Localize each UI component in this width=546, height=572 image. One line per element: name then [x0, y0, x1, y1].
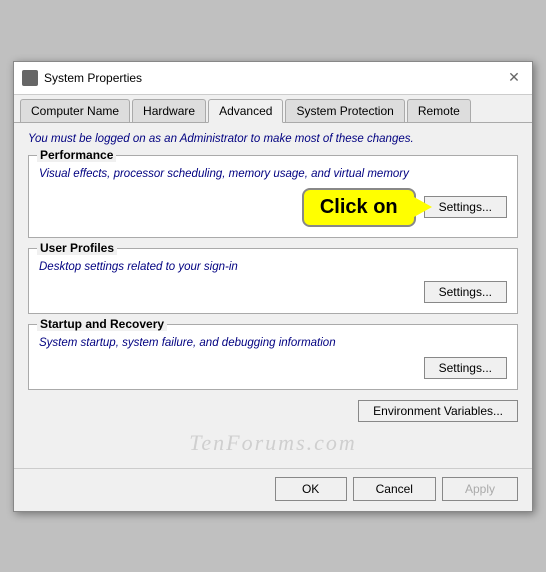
tab-computer-name[interactable]: Computer Name — [20, 99, 130, 122]
callout-text: Click on — [320, 196, 398, 218]
title-bar-left: System Properties — [22, 70, 142, 86]
tab-hardware[interactable]: Hardware — [132, 99, 206, 122]
user-profiles-btn-row: Settings... — [39, 281, 507, 303]
window-title: System Properties — [44, 71, 142, 85]
user-profiles-settings-button[interactable]: Settings... — [424, 281, 507, 303]
user-profiles-desc: Desktop settings related to your sign-in — [39, 261, 507, 273]
user-profiles-section: User Profiles Desktop settings related t… — [28, 248, 518, 314]
tab-system-protection[interactable]: System Protection — [285, 99, 404, 122]
admin-notice: You must be logged on as an Administrato… — [28, 133, 518, 145]
env-variables-button[interactable]: Environment Variables... — [358, 400, 518, 422]
window-icon — [22, 70, 38, 86]
dialog-buttons: OK Cancel Apply — [14, 468, 532, 511]
performance-callout-row: Click on Settings... — [39, 188, 507, 227]
tab-content: You must be logged on as an Administrato… — [14, 123, 532, 468]
performance-section: Performance Visual effects, processor sc… — [28, 155, 518, 238]
performance-settings-button[interactable]: Settings... — [424, 196, 507, 218]
tab-advanced[interactable]: Advanced — [208, 99, 283, 123]
tab-remote[interactable]: Remote — [407, 99, 471, 122]
apply-button[interactable]: Apply — [442, 477, 518, 501]
startup-btn-row: Settings... — [39, 357, 507, 379]
title-bar: System Properties ✕ — [14, 62, 532, 95]
system-properties-window: System Properties ✕ Computer Name Hardwa… — [13, 61, 533, 512]
user-profiles-title: User Profiles — [37, 241, 117, 255]
watermark: TenForums.com — [28, 430, 518, 456]
ok-button[interactable]: OK — [275, 477, 347, 501]
cancel-button[interactable]: Cancel — [353, 477, 436, 501]
startup-section: Startup and Recovery System startup, sys… — [28, 324, 518, 390]
env-variables-row: Environment Variables... — [28, 400, 518, 422]
close-button[interactable]: ✕ — [504, 68, 524, 88]
performance-desc: Visual effects, processor scheduling, me… — [39, 168, 507, 180]
startup-title: Startup and Recovery — [37, 317, 167, 331]
callout-bubble: Click on — [302, 188, 416, 227]
tab-bar: Computer Name Hardware Advanced System P… — [14, 95, 532, 123]
startup-settings-button[interactable]: Settings... — [424, 357, 507, 379]
startup-desc: System startup, system failure, and debu… — [39, 337, 507, 349]
performance-title: Performance — [37, 148, 116, 162]
